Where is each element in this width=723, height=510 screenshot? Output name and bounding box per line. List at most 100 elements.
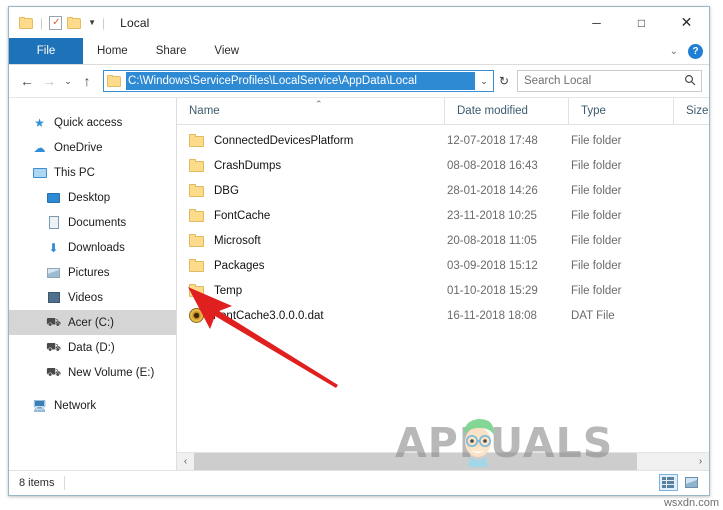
sidebar-item-label: Quick access (54, 116, 123, 129)
folder-icon (189, 209, 205, 222)
folder-icon[interactable] (19, 16, 34, 29)
table-row[interactable]: FontCache3.0.0.0.dat 16-11-2018 18:08 DA… (177, 303, 709, 328)
desktop-icon (45, 192, 62, 203)
table-row[interactable]: CrashDumps 08-08-2018 16:43 File folder (177, 153, 709, 178)
forward-button[interactable]: → (38, 69, 60, 93)
scroll-left-button[interactable]: ‹ (177, 453, 194, 470)
sidebar-item-this-pc[interactable]: This PC (9, 160, 176, 185)
star-icon: ★ (34, 115, 45, 130)
column-header-size[interactable]: Size (674, 98, 723, 124)
properties-icon[interactable]: ✓ (49, 15, 63, 30)
details-view-icon (662, 477, 675, 488)
column-header-name[interactable]: Name ⌃ (177, 98, 445, 124)
table-row[interactable]: ConnectedDevicesPlatform 12-07-2018 17:4… (177, 128, 709, 153)
folder-icon (189, 134, 205, 147)
sidebar-item-downloads[interactable]: ⬇ Downloads (9, 235, 176, 260)
ribbon-collapse-icon[interactable]: ⌄ (670, 46, 678, 57)
file-name-cell: FontCache3.0.0.0.dat (177, 308, 445, 323)
column-header-label: Name (189, 105, 220, 117)
recent-locations-icon[interactable]: ⌄ (60, 69, 76, 93)
sidebar-item-label: Network (54, 399, 97, 412)
back-button[interactable]: ← (16, 69, 38, 93)
folder-icon (189, 284, 205, 297)
sidebar-item-documents[interactable]: Documents (9, 210, 176, 235)
scroll-right-button[interactable]: › (692, 453, 709, 470)
close-button[interactable]: ✕ (664, 7, 709, 38)
address-bar-row: ← → ⌄ ↑ C:\Windows\ServiceProfiles\Local… (9, 65, 709, 98)
tab-share[interactable]: Share (142, 38, 201, 64)
window-controls: ─ □ ✕ (574, 7, 709, 38)
table-row[interactable]: FontCache 23-11-2018 10:25 File folder (177, 203, 709, 228)
status-bar: 8 items (9, 470, 709, 495)
date-modified-cell: 28-01-2018 14:26 (447, 184, 538, 197)
tab-home[interactable]: Home (83, 38, 142, 64)
videos-icon (45, 292, 62, 303)
minimize-button[interactable]: ─ (574, 7, 619, 38)
drive-icon: ⛟ (45, 364, 62, 379)
tab-view[interactable]: View (200, 38, 253, 64)
sidebar-item-quick-access[interactable]: ★ Quick access (9, 110, 176, 135)
address-folder-icon (107, 75, 122, 87)
file-list-pane: Name ⌃ Date modified Type Size Connected… (177, 98, 709, 470)
window-title: Local (120, 15, 150, 30)
downloads-icon: ⬇ (48, 240, 59, 255)
sidebar-item-label: Videos (68, 291, 103, 304)
sidebar-item-new-volume-e[interactable]: ⛟ New Volume (E:) (9, 360, 176, 385)
sidebar-item-label: Documents (68, 216, 127, 229)
address-dropdown-icon[interactable]: ⌄ (475, 76, 493, 87)
file-name-label: DBG (214, 184, 239, 197)
table-row[interactable]: Microsoft 20-08-2018 11:05 File folder (177, 228, 709, 253)
site-watermark: wsxdn.com (663, 497, 719, 509)
search-box[interactable]: Search Local (517, 70, 702, 92)
column-header-type[interactable]: Type (569, 98, 674, 124)
explorer-body: ★ Quick access ☁ OneDrive This PC Deskto… (9, 98, 709, 470)
table-row[interactable]: DBG 28-01-2018 14:26 File folder (177, 178, 709, 203)
drive-icon: ⛟ (45, 314, 62, 329)
large-icons-view-button[interactable] (682, 474, 701, 491)
details-view-button[interactable] (659, 474, 678, 491)
scrollbar-track[interactable] (194, 453, 692, 470)
sidebar-item-videos[interactable]: Videos (9, 285, 176, 310)
sidebar-item-data-d[interactable]: ⛟ Data (D:) (9, 335, 176, 360)
search-icon[interactable] (679, 74, 701, 89)
new-folder-icon[interactable] (67, 16, 82, 29)
file-name-label: FontCache (214, 209, 271, 222)
tab-file[interactable]: File (9, 38, 83, 64)
status-divider (64, 476, 66, 490)
date-modified-cell: 16-11-2018 18:08 (447, 309, 537, 322)
file-rows: ConnectedDevicesPlatform 12-07-2018 17:4… (177, 125, 709, 452)
sidebar-item-onedrive[interactable]: ☁ OneDrive (9, 135, 176, 160)
up-button[interactable]: ↑ (76, 69, 98, 93)
date-modified-cell: 20-08-2018 11:05 (447, 234, 537, 247)
column-header-date-modified[interactable]: Date modified (445, 98, 569, 124)
table-row[interactable]: Packages 03-09-2018 15:12 File folder (177, 253, 709, 278)
sidebar-item-label: This PC (54, 166, 95, 179)
file-name-cell: Temp (177, 284, 445, 297)
horizontal-scrollbar[interactable]: ‹ › (177, 452, 709, 470)
sidebar-item-acer-c[interactable]: ⛟ Acer (C:) (9, 310, 176, 335)
quick-access-toolbar: | ✓ ▼ | Local (9, 15, 150, 30)
sidebar-item-pictures[interactable]: Pictures (9, 260, 176, 285)
date-modified-cell: 01-10-2018 15:29 (447, 284, 538, 297)
file-name-cell: Packages (177, 259, 445, 272)
type-cell: File folder (571, 159, 622, 172)
address-input[interactable]: C:\Windows\ServiceProfiles\LocalService\… (103, 70, 494, 92)
file-name-label: FontCache3.0.0.0.dat (213, 309, 324, 322)
search-input[interactable]: Search Local (518, 75, 679, 87)
scrollbar-thumb[interactable] (194, 453, 638, 470)
folder-icon (189, 184, 205, 197)
maximize-button[interactable]: □ (619, 7, 664, 38)
help-button[interactable]: ? (688, 43, 703, 59)
sidebar-item-label: Desktop (68, 191, 111, 204)
sidebar-item-desktop[interactable]: Desktop (9, 185, 176, 210)
refresh-icon[interactable]: ↻ (494, 74, 514, 88)
pictures-icon (45, 267, 62, 278)
file-name-label: Microsoft (214, 234, 261, 247)
chevron-down-icon[interactable]: ▼ (88, 18, 96, 27)
sidebar-item-network[interactable]: 🖥 Network (9, 393, 176, 418)
file-explorer-window: | ✓ ▼ | Local ─ □ ✕ File Home Share View… (8, 6, 710, 496)
table-row[interactable]: Temp 01-10-2018 15:29 File folder (177, 278, 709, 303)
sort-ascending-icon: ⌃ (315, 99, 323, 109)
type-cell: DAT File (571, 309, 615, 322)
sidebar-item-label: Data (D:) (68, 341, 115, 354)
